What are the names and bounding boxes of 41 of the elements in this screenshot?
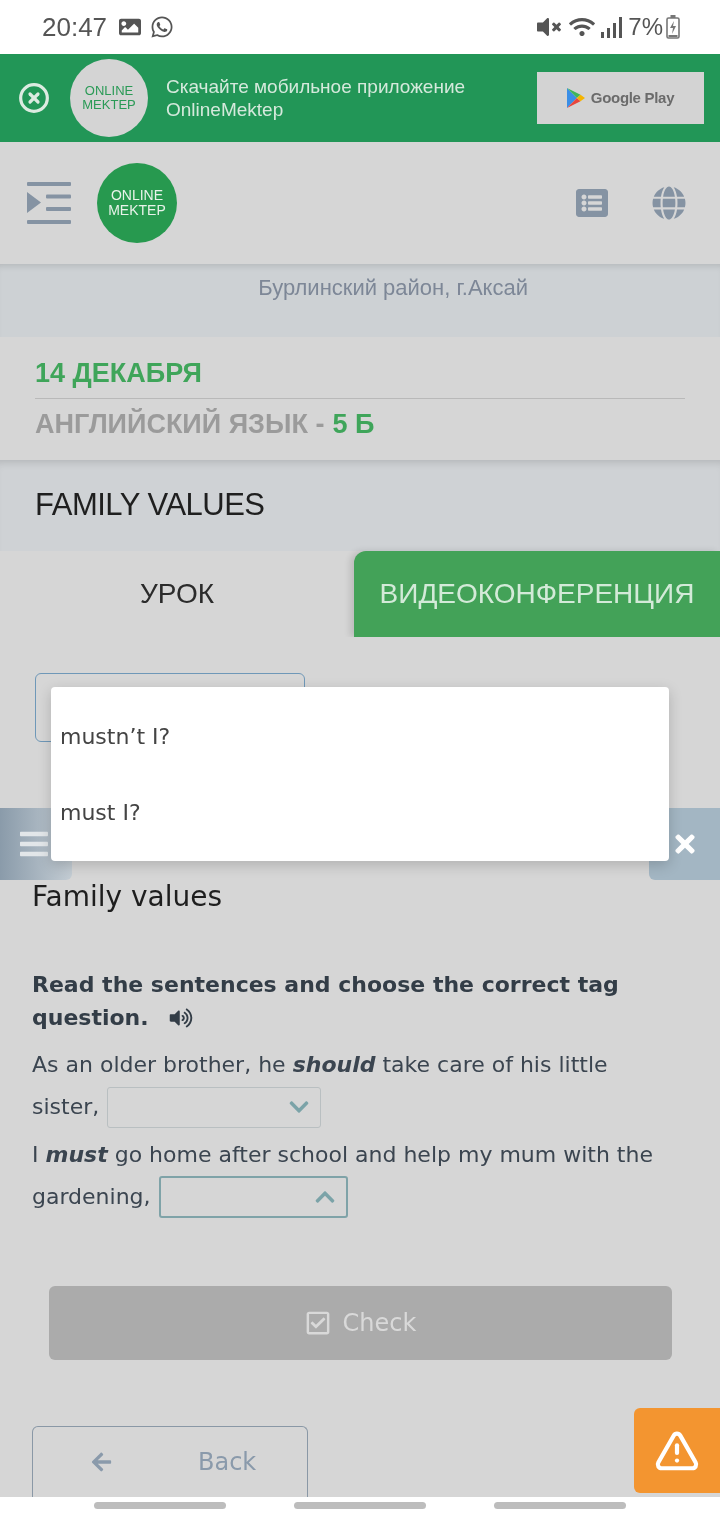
phone-bubble-icon bbox=[150, 15, 175, 39]
address-line: Бурлинский район, г.Аксай bbox=[258, 274, 528, 302]
status-time: 20:47 bbox=[42, 10, 108, 44]
instruction-text: question. bbox=[32, 1004, 149, 1032]
exercise-title: Family values bbox=[32, 880, 223, 914]
class-name: 5 Б bbox=[332, 408, 375, 440]
subject-name: АНГЛИЙСКИЙ ЯЗЫК - bbox=[35, 408, 325, 440]
battery-icon bbox=[666, 15, 680, 39]
mute-icon bbox=[537, 15, 562, 39]
dropdown-option[interactable]: must I? bbox=[51, 774, 669, 850]
battery-percent: 7% bbox=[628, 12, 663, 42]
wifi-icon bbox=[569, 15, 596, 39]
nav-bar-handle[interactable] bbox=[294, 1502, 426, 1509]
lesson-date: 14 ДЕКАБРЯ bbox=[35, 357, 202, 389]
dropdown-option[interactable]: mustn’t I? bbox=[51, 698, 669, 774]
sentence-text: sister, bbox=[32, 1093, 100, 1121]
answer-select[interactable] bbox=[107, 1086, 322, 1128]
menu-indent-icon[interactable] bbox=[27, 182, 71, 224]
play-triangle-icon bbox=[566, 88, 585, 108]
signal-icon bbox=[600, 16, 623, 38]
checkbox-icon bbox=[304, 1310, 331, 1336]
banner-message: Скачайте мобильное приложение OnlineMektep bbox=[166, 75, 467, 121]
instruction-text: Read the sentences and choose the correct tag bbox=[32, 971, 619, 999]
answer-select[interactable] bbox=[158, 1176, 348, 1218]
close-icon[interactable] bbox=[18, 82, 50, 114]
tab[interactable]: ВИДЕОКОНФЕРЕНЦИЯ bbox=[354, 551, 720, 637]
logo[interactable]: ONLINE MEKTEP bbox=[97, 163, 177, 243]
arrow-left-icon bbox=[89, 1451, 114, 1473]
speaker-icon[interactable] bbox=[168, 1007, 193, 1028]
list-icon[interactable] bbox=[575, 187, 609, 219]
sentence-text: As an older brother, he should take care of his little bbox=[32, 1051, 608, 1079]
image-icon bbox=[119, 16, 142, 38]
logo: ONLINE MEKTEP bbox=[70, 59, 148, 137]
nav-bar-handle[interactable] bbox=[494, 1502, 626, 1509]
globe-icon[interactable] bbox=[652, 186, 686, 220]
warning-button[interactable] bbox=[634, 1408, 720, 1493]
google-play-button[interactable]: Google Play bbox=[537, 72, 704, 124]
lesson-title: FAMILY VALUES bbox=[35, 486, 265, 525]
nav-bar-handle[interactable] bbox=[94, 1502, 226, 1509]
sentence-text: I must go home after school and help my mum with the bbox=[32, 1141, 653, 1169]
sentence-text: gardening, bbox=[32, 1183, 151, 1211]
